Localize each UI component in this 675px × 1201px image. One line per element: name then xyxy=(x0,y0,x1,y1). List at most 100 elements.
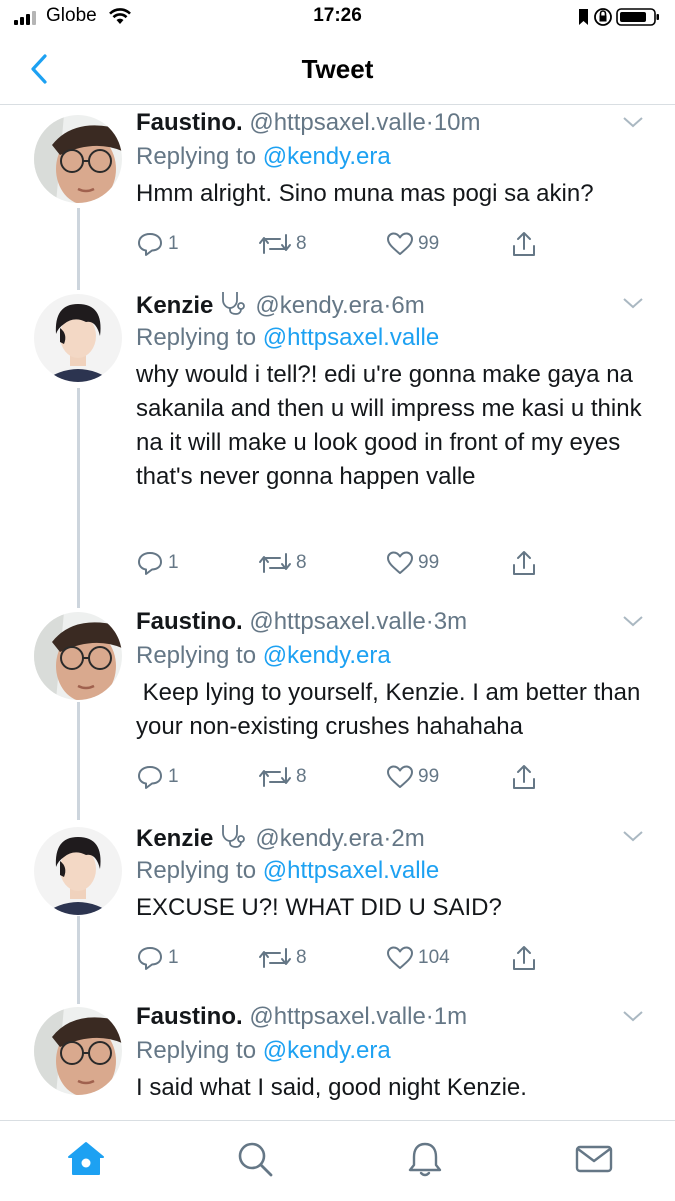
page-title: Tweet xyxy=(301,54,374,84)
retweet-button[interactable]: 8 xyxy=(258,229,307,259)
chevron-down-icon[interactable] xyxy=(622,614,644,628)
reply-icon xyxy=(138,233,162,256)
reply-button[interactable]: 1 xyxy=(136,548,179,578)
avatar[interactable] xyxy=(34,115,122,203)
tweet-actions: 1 8 99 xyxy=(136,548,556,578)
author-name[interactable]: Kenzie xyxy=(136,825,213,852)
replying-to-link[interactable]: @kendy.era xyxy=(263,143,391,170)
share-icon xyxy=(513,765,535,789)
thread-connector xyxy=(77,916,80,1004)
reply-count: 1 xyxy=(168,947,179,968)
tweet-header: Kenzie @kendy.era·2m xyxy=(136,823,425,853)
thread-connector xyxy=(77,208,80,290)
author-handle[interactable]: @kendy.era xyxy=(255,292,383,319)
replying-label: Replying to xyxy=(136,324,257,351)
reply-icon xyxy=(138,552,162,575)
home-icon[interactable] xyxy=(66,1139,106,1179)
replying-to: Replying to @httpsaxel.valle xyxy=(136,857,439,885)
like-button[interactable]: 99 xyxy=(386,548,439,578)
tweet-text: Hmm alright. Sino muna mas pogi sa akin? xyxy=(136,180,594,207)
tweet-text: EXCUSE U?! WHAT DID U SAID? xyxy=(136,894,502,921)
replying-label: Replying to xyxy=(136,1037,257,1064)
heart-icon xyxy=(387,232,413,255)
retweet-icon xyxy=(259,767,291,787)
replying-to: Replying to @kendy.era xyxy=(136,642,391,670)
author-handle[interactable]: @httpsaxel.valle xyxy=(249,109,425,136)
author-name[interactable]: Faustino. xyxy=(136,1003,243,1030)
retweet-icon xyxy=(259,234,291,254)
tweet-text: Keep lying to yourself, Kenzie. I am bet… xyxy=(136,679,647,740)
share-button[interactable] xyxy=(510,229,538,259)
author-name[interactable]: Kenzie xyxy=(136,292,213,319)
like-button[interactable]: 104 xyxy=(386,943,450,973)
tweet-text: why would i tell?! edi u're gonna make g… xyxy=(136,361,642,490)
reply-button[interactable]: 1 xyxy=(136,229,179,259)
author-name[interactable]: Faustino. xyxy=(136,109,243,136)
tweet-header: Faustino. @httpsaxel.valle·1m xyxy=(136,1003,467,1031)
retweet-button[interactable]: 8 xyxy=(258,548,307,578)
battery-icon xyxy=(616,8,659,26)
separator-dot: · xyxy=(425,608,434,635)
separator-dot: · xyxy=(425,1003,434,1030)
heart-icon xyxy=(387,765,413,788)
reply-icon xyxy=(138,766,162,789)
orientation-lock-icon xyxy=(594,8,612,26)
avatar[interactable] xyxy=(34,1007,122,1095)
replying-to-link[interactable]: @kendy.era xyxy=(263,1037,391,1064)
like-count: 99 xyxy=(418,233,440,254)
tweet-time: 10m xyxy=(433,109,481,136)
retweet-button[interactable]: 8 xyxy=(258,943,307,973)
chevron-down-icon[interactable] xyxy=(622,115,644,129)
replying-label: Replying to xyxy=(136,642,257,669)
replying-to-link[interactable]: @kendy.era xyxy=(263,642,391,669)
author-handle[interactable]: @kendy.era xyxy=(255,825,383,852)
replying-to-link[interactable]: @httpsaxel.valle xyxy=(263,324,439,351)
tweet-time: 1m xyxy=(433,1003,468,1030)
separator-dot: · xyxy=(425,109,434,136)
avatar[interactable] xyxy=(34,294,122,382)
tweet-actions: 1 8 99 xyxy=(136,762,556,792)
share-button[interactable] xyxy=(510,762,538,792)
share-button[interactable] xyxy=(510,943,538,973)
author-handle[interactable]: @httpsaxel.valle xyxy=(249,608,425,635)
tweet-text: I said what I said, good night Kenzie. xyxy=(136,1074,527,1101)
retweet-count: 8 xyxy=(296,233,307,254)
author-handle[interactable]: @httpsaxel.valle xyxy=(249,1003,425,1030)
retweet-button[interactable]: 8 xyxy=(258,762,307,792)
retweet-count: 8 xyxy=(296,766,307,787)
tweet-actions: 1 8 99 xyxy=(136,229,556,259)
reply-button[interactable]: 1 xyxy=(136,762,179,792)
like-button[interactable]: 99 xyxy=(386,229,439,259)
like-count: 99 xyxy=(418,766,440,787)
tweet-header: Kenzie @kendy.era·6m xyxy=(136,290,425,320)
heart-icon xyxy=(387,551,413,574)
share-icon xyxy=(513,551,535,575)
notifications-icon[interactable] xyxy=(405,1139,445,1179)
avatar[interactable] xyxy=(34,827,122,915)
share-button[interactable] xyxy=(510,548,538,578)
replying-to: Replying to @kendy.era xyxy=(136,1037,391,1065)
retweet-icon xyxy=(259,948,291,968)
chevron-down-icon[interactable] xyxy=(622,829,644,843)
search-icon[interactable] xyxy=(235,1139,275,1179)
messages-icon[interactable] xyxy=(574,1139,614,1179)
like-count: 104 xyxy=(418,947,450,968)
retweet-count: 8 xyxy=(296,947,307,968)
tweet-time: 6m xyxy=(391,292,425,319)
chevron-down-icon[interactable] xyxy=(622,296,644,310)
retweet-icon xyxy=(259,553,291,573)
tweet-time: 2m xyxy=(391,825,425,852)
status-indicators xyxy=(579,8,659,26)
avatar[interactable] xyxy=(34,612,122,700)
replying-to-link[interactable]: @httpsaxel.valle xyxy=(263,857,439,884)
share-icon xyxy=(513,946,535,970)
replying-label: Replying to xyxy=(136,857,257,884)
chevron-down-icon[interactable] xyxy=(622,1009,644,1023)
like-button[interactable]: 99 xyxy=(386,762,439,792)
nav-bar: Tweet xyxy=(0,36,675,105)
replying-label: Replying to xyxy=(136,143,257,170)
reply-button[interactable]: 1 xyxy=(136,943,179,973)
tweet-header: Faustino. @httpsaxel.valle·10m xyxy=(136,109,480,137)
reply-count: 1 xyxy=(168,552,179,573)
author-name[interactable]: Faustino. xyxy=(136,608,243,635)
